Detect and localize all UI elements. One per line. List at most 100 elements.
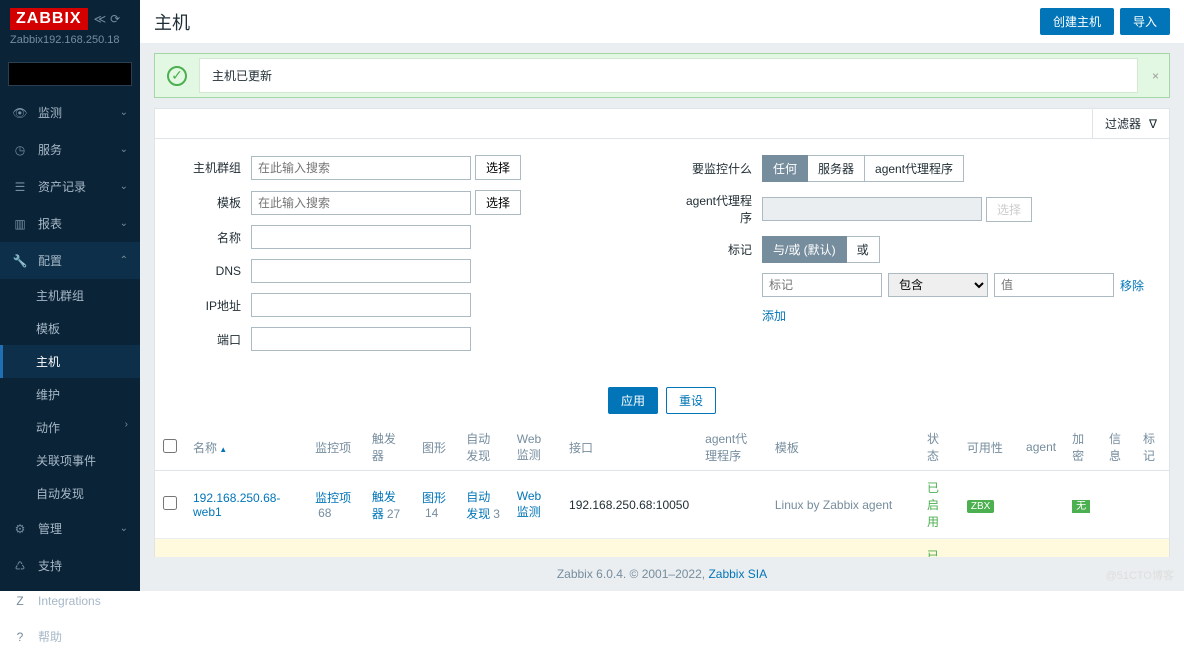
- col-status[interactable]: 状态: [919, 424, 959, 471]
- radio-andor[interactable]: 与/或 (默认): [762, 236, 847, 263]
- select-templates[interactable]: 选择: [475, 190, 521, 215]
- radio-proxy[interactable]: agent代理程序: [865, 155, 964, 182]
- nav-admin[interactable]: ⚙管理⌄: [0, 510, 140, 547]
- nav-support[interactable]: ♺支持: [0, 547, 140, 584]
- footer: Zabbix 6.0.4. © 2001–2022, Zabbix SIA: [140, 557, 1184, 591]
- wrench-icon: 🔧: [12, 254, 28, 268]
- chevron-right-icon: ›: [125, 419, 128, 436]
- select-hostgroups[interactable]: 选择: [475, 155, 521, 180]
- web-link[interactable]: Web监测: [517, 489, 541, 519]
- col-name[interactable]: 名称: [185, 424, 307, 471]
- chevron-down-icon: ⌄: [120, 144, 128, 155]
- watermark: @51CTO博客: [1106, 567, 1174, 583]
- port-input[interactable]: [251, 327, 471, 351]
- templates-cell[interactable]: Linux by Zabbix agent: [767, 471, 919, 539]
- label-templates: 模板: [171, 194, 251, 211]
- tag-name-input[interactable]: [762, 273, 882, 297]
- col-enc: 加密: [1064, 424, 1101, 471]
- list-icon: ☰: [12, 180, 28, 194]
- hostgroups-input[interactable]: [251, 156, 471, 180]
- hosts-table: 名称 监控项 触发器 图形 自动发现 Web监测 接口 agent代理程序 模板…: [155, 424, 1169, 557]
- close-icon[interactable]: ×: [1142, 69, 1169, 83]
- sub-correlation[interactable]: 关联项事件: [0, 444, 140, 477]
- label-ip: IP地址: [171, 297, 251, 314]
- table-row: 192.168.250.68-web1 监控项68 触发器27 图形14 自动发…: [155, 471, 1169, 539]
- check-icon: ✓: [167, 66, 187, 86]
- page-header: 主机 创建主机 导入: [140, 0, 1184, 43]
- name-input[interactable]: [251, 225, 471, 249]
- chart-icon: ▥: [12, 217, 28, 231]
- label-dns: DNS: [171, 264, 251, 278]
- success-message: ✓ 主机已更新 ×: [154, 53, 1170, 98]
- filter-icon: ∇: [1149, 117, 1157, 131]
- nav-inventory[interactable]: ☰资产记录⌄: [0, 168, 140, 205]
- label-port: 端口: [171, 331, 251, 348]
- help-icon: ?: [12, 630, 28, 644]
- status-link[interactable]: 已启用: [927, 481, 939, 529]
- apply-button[interactable]: 应用: [608, 387, 658, 414]
- select-all-checkbox[interactable]: [163, 439, 177, 453]
- create-host-button[interactable]: 创建主机: [1040, 8, 1114, 35]
- logo-area: ZABBIX ≪ ⟳ Zabbix192.168.250.18: [0, 0, 140, 54]
- col-interface: 接口: [561, 424, 697, 471]
- label-name: 名称: [171, 229, 251, 246]
- footer-link[interactable]: Zabbix SIA: [708, 567, 767, 581]
- chevron-down-icon: ⌄: [120, 523, 128, 534]
- sub-maintenance[interactable]: 维护: [0, 378, 140, 411]
- tags-evaltype[interactable]: 与/或 (默认) 或: [762, 236, 880, 263]
- tag-remove[interactable]: 移除: [1120, 277, 1144, 294]
- col-graphs: 图形: [414, 424, 458, 471]
- col-discovery: 自动发现: [458, 424, 509, 471]
- config-submenu: 主机群组 模板 主机 维护 动作› 关联项事件 自动发现: [0, 279, 140, 510]
- chevron-down-icon: ⌄: [120, 107, 128, 118]
- status-link[interactable]: 已启用: [927, 549, 939, 557]
- nav-help[interactable]: ?帮助: [0, 618, 140, 655]
- monitor-radio[interactable]: 任何 服务器 agent代理程序: [762, 155, 964, 182]
- sub-hosts[interactable]: 主机: [0, 345, 140, 378]
- nav-integrations[interactable]: ZIntegrations: [0, 584, 140, 618]
- sub-host-groups[interactable]: 主机群组: [0, 279, 140, 312]
- discovery-link[interactable]: 自动发现: [466, 490, 490, 521]
- radio-any[interactable]: 任何: [762, 155, 808, 182]
- nav-config[interactable]: 🔧配置⌃: [0, 242, 140, 279]
- radio-or[interactable]: 或: [847, 236, 880, 263]
- col-avail: 可用性: [959, 424, 1018, 471]
- tag-value-input[interactable]: [994, 273, 1114, 297]
- templates-input[interactable]: [251, 191, 471, 215]
- eye-icon: 👁: [12, 106, 28, 120]
- brand-logo[interactable]: ZABBIX: [10, 8, 88, 30]
- nav-monitoring[interactable]: 👁监测⌄: [0, 94, 140, 131]
- import-button[interactable]: 导入: [1120, 8, 1170, 35]
- items-link[interactable]: 监控项: [315, 491, 351, 505]
- sub-discovery[interactable]: 自动发现: [0, 477, 140, 510]
- ip-input[interactable]: [251, 293, 471, 317]
- collapse-icon[interactable]: ≪: [94, 12, 107, 26]
- search-box[interactable]: 🔍: [8, 62, 132, 86]
- clock-icon: ◷: [12, 143, 28, 157]
- templates-cell[interactable]: Generic Java JMX, Linux by Zabbix agent: [767, 539, 919, 558]
- filter-toggle[interactable]: 过滤器 ∇: [1092, 109, 1169, 138]
- z-icon: Z: [12, 594, 28, 608]
- nav-reports[interactable]: ▥报表⌄: [0, 205, 140, 242]
- host-name-link[interactable]: 192.168.250.68-web1: [193, 491, 280, 519]
- sub-templates[interactable]: 模板: [0, 312, 140, 345]
- label-agentproxy: agent代理程序: [682, 192, 762, 226]
- nav-services[interactable]: ◷服务⌄: [0, 131, 140, 168]
- graphs-link[interactable]: 图形: [422, 491, 446, 505]
- tag-add[interactable]: 添加: [762, 307, 786, 324]
- encryption-badge: 无: [1072, 500, 1090, 513]
- expand-icon[interactable]: ⟳: [110, 12, 120, 26]
- row-checkbox[interactable]: [163, 496, 177, 510]
- interface-cell: 192.168.250.78:10050: [561, 539, 697, 558]
- label-hostgroups: 主机群组: [171, 159, 251, 176]
- tag-operator-select[interactable]: 包含: [888, 273, 988, 297]
- message-text: 主机已更新: [199, 58, 1138, 93]
- server-name: Zabbix192.168.250.18: [10, 34, 130, 46]
- radio-server[interactable]: 服务器: [808, 155, 865, 182]
- chevron-up-icon: ⌃: [120, 255, 128, 266]
- availability-cell: ZBX JMX: [959, 539, 1018, 558]
- main-content: 主机 创建主机 导入 ✓ 主机已更新 × 过滤器 ∇ 主机群组选择 模板选择 名…: [140, 0, 1184, 591]
- dns-input[interactable]: [251, 259, 471, 283]
- sub-actions[interactable]: 动作›: [0, 411, 140, 444]
- reset-button[interactable]: 重设: [666, 387, 716, 414]
